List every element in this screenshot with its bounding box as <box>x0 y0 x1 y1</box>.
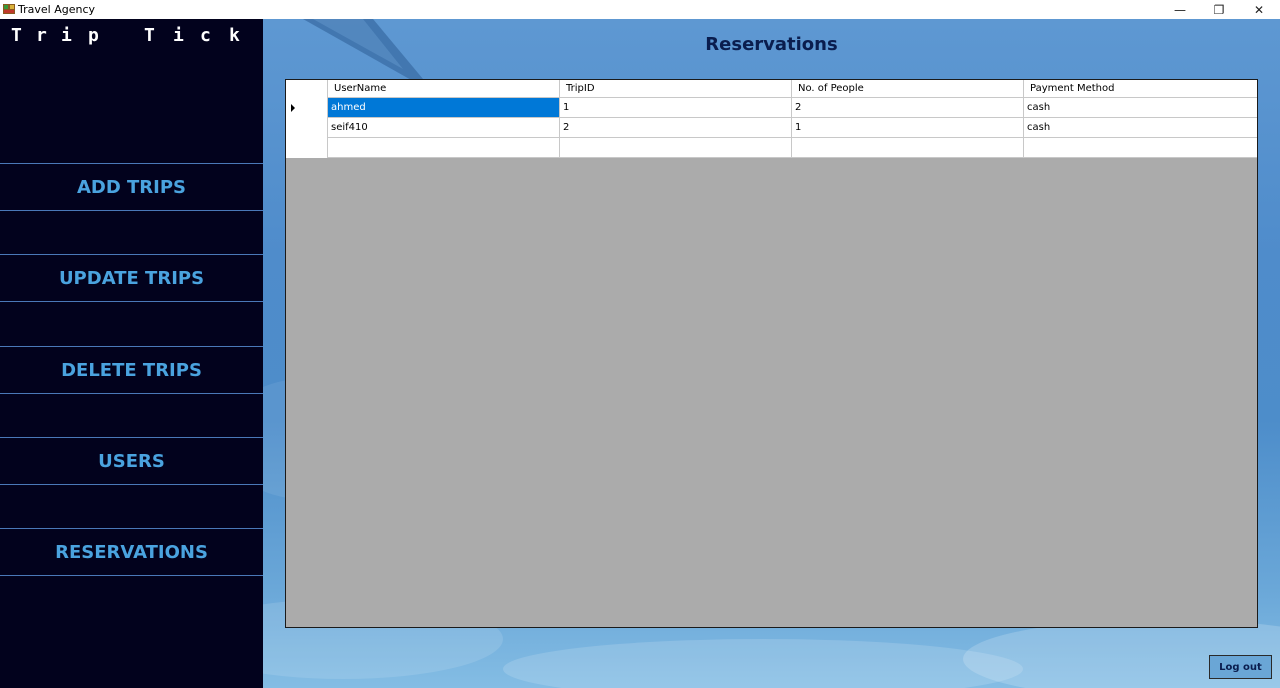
logo-letter: i <box>173 25 184 46</box>
nav-add-trips[interactable]: ADD TRIPS <box>0 163 263 211</box>
sidebar: T r i p T i c k ADD TRIPS UPDATE TRIPS D… <box>0 19 263 688</box>
cell-payment-new[interactable] <box>1024 138 1257 157</box>
logo-letter: T <box>11 25 22 46</box>
column-header-tripid[interactable]: TripID <box>560 80 792 98</box>
cell-people[interactable]: 2 <box>792 98 1024 117</box>
cell-tripid[interactable]: 1 <box>560 98 792 117</box>
nav-reservations[interactable]: RESERVATIONS <box>0 528 263 576</box>
cell-people-new[interactable] <box>792 138 1024 157</box>
logout-button[interactable]: Log out <box>1209 655 1272 679</box>
nav-delete-trips[interactable]: DELETE TRIPS <box>0 346 263 394</box>
travel-agency-icon <box>3 4 15 14</box>
cell-username[interactable]: seif410 <box>328 118 560 137</box>
title-bar: Travel Agency — ❐ ✕ <box>0 0 1280 19</box>
logo-letter: p <box>88 25 99 46</box>
window-title: Travel Agency <box>18 3 95 16</box>
cell-tripid[interactable]: 2 <box>560 118 792 137</box>
grid-header: UserName TripID No. of People Payment Me… <box>286 80 1257 98</box>
page-title: Reservations <box>705 34 838 55</box>
cell-tripid-new[interactable] <box>560 138 792 157</box>
column-header-username[interactable]: UserName <box>328 80 560 98</box>
row-header[interactable] <box>286 98 328 118</box>
new-row[interactable] <box>286 138 1257 158</box>
logo-letter: i <box>61 25 72 46</box>
restore-button[interactable]: ❐ <box>1199 0 1239 19</box>
cell-payment[interactable]: cash <box>1024 98 1257 117</box>
row-header[interactable] <box>286 138 328 158</box>
reservations-grid[interactable]: UserName TripID No. of People Payment Me… <box>285 79 1258 628</box>
logo-letter: T <box>144 25 155 46</box>
table-row[interactable]: ahmed 1 2 cash <box>286 98 1257 118</box>
nav-users[interactable]: USERS <box>0 437 263 485</box>
app-logo: T r i p T i c k <box>0 25 263 51</box>
logo-letter: r <box>36 25 47 46</box>
logo-letter: c <box>200 25 211 46</box>
current-row-arrow-icon <box>291 104 295 112</box>
row-header[interactable] <box>286 118 328 138</box>
cell-payment[interactable]: cash <box>1024 118 1257 137</box>
column-header-people[interactable]: No. of People <box>792 80 1024 98</box>
logo-letter: k <box>229 25 240 46</box>
table-row[interactable]: seif410 2 1 cash <box>286 118 1257 138</box>
cell-people[interactable]: 1 <box>792 118 1024 137</box>
close-button[interactable]: ✕ <box>1239 0 1279 19</box>
cell-username[interactable]: ahmed <box>328 98 560 117</box>
cell-username-new[interactable] <box>328 138 560 157</box>
grid-corner-cell[interactable] <box>286 80 328 98</box>
minimize-button[interactable]: — <box>1160 0 1200 19</box>
column-header-payment[interactable]: Payment Method <box>1024 80 1257 98</box>
nav-update-trips[interactable]: UPDATE TRIPS <box>0 254 263 302</box>
